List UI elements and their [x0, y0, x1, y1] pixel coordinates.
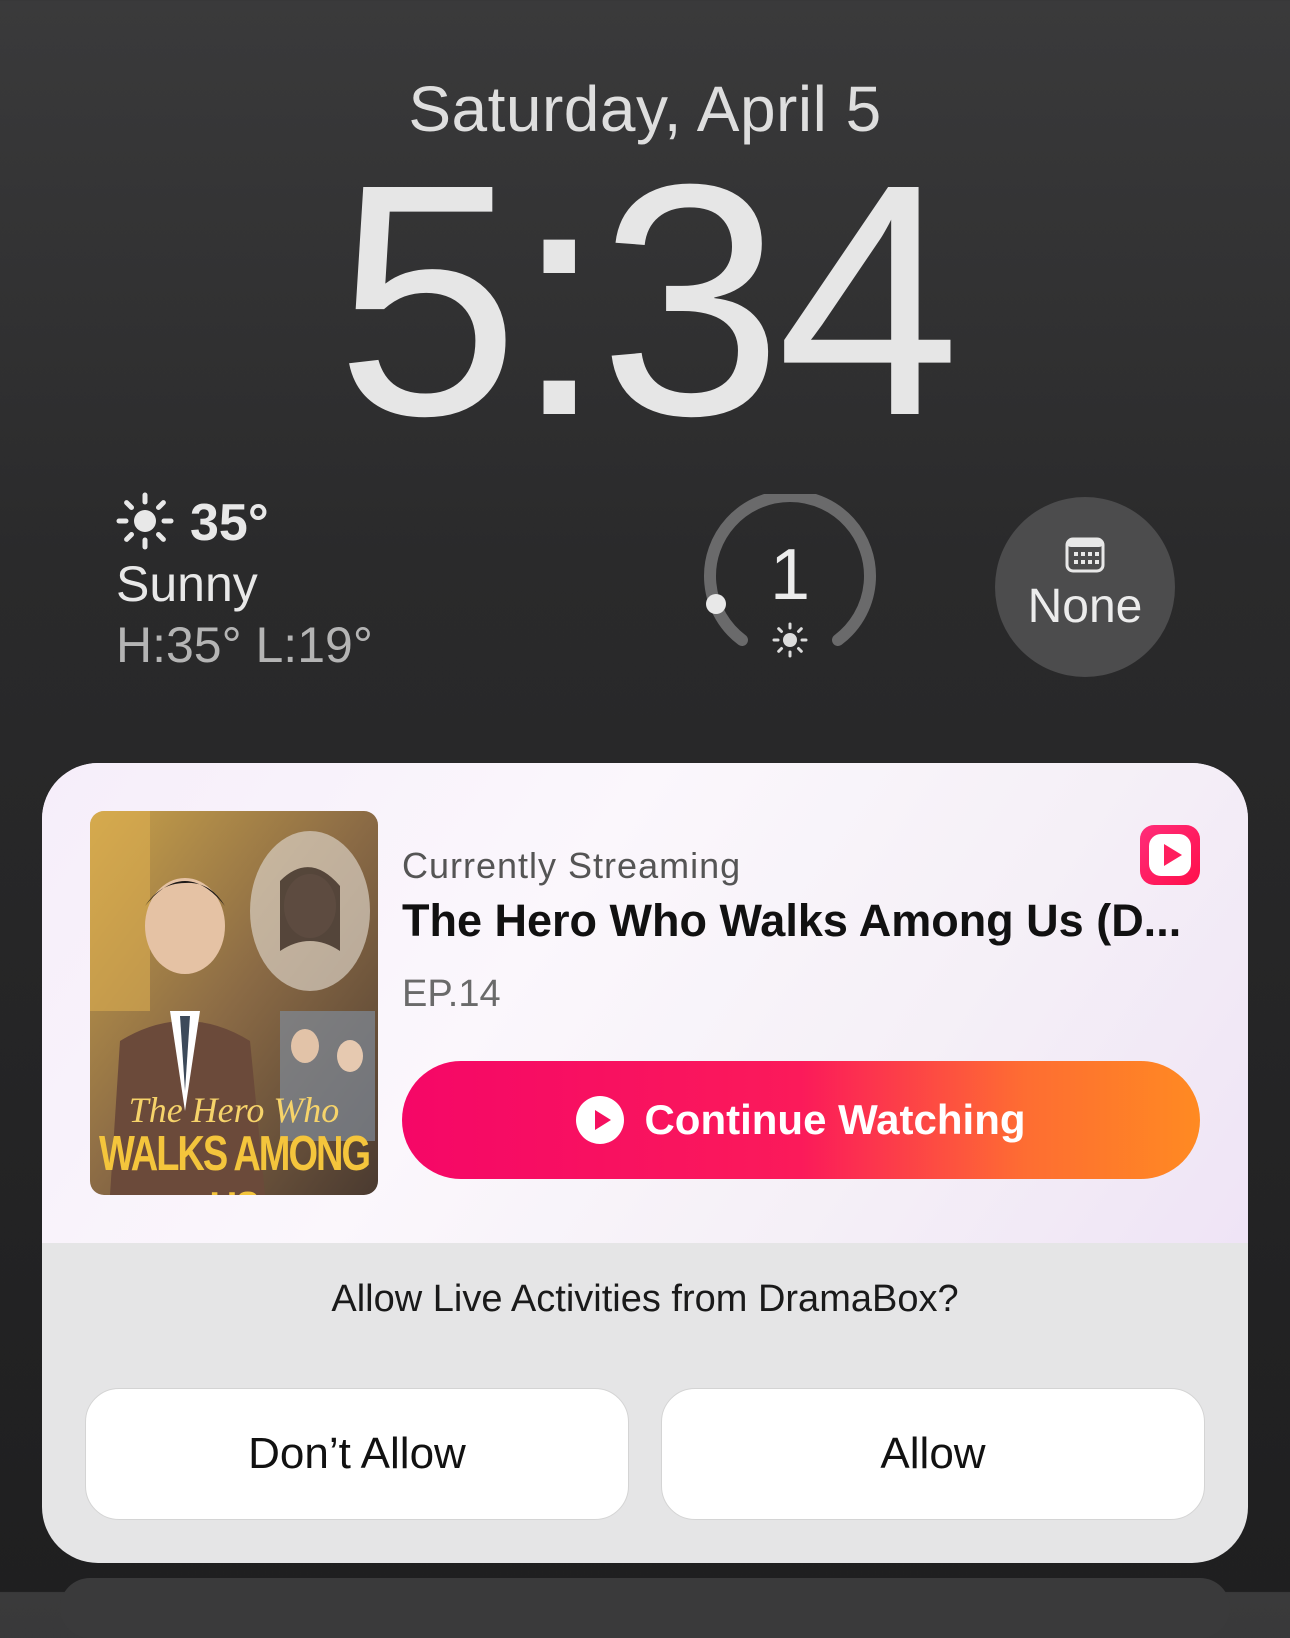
calendar-widget[interactable]: None	[995, 497, 1175, 677]
dont-allow-button[interactable]: Don’t Allow	[85, 1388, 629, 1520]
live-activity-content[interactable]: The Hero Who WALKS AMONG US Currently St…	[42, 763, 1248, 1243]
dramabox-play-icon	[1140, 825, 1200, 885]
live-activity-card: The Hero Who WALKS AMONG US Currently St…	[42, 763, 1248, 1563]
activity-status: Currently Streaming	[402, 845, 742, 886]
calendar-icon	[1065, 537, 1105, 578]
uv-index-widget[interactable]: 1	[700, 490, 880, 674]
allow-button[interactable]: Allow	[661, 1388, 1205, 1520]
weather-condition: Sunny	[116, 556, 258, 612]
weather-high-low: H:35° L:19°	[116, 617, 373, 673]
next-notification-peek	[60, 1578, 1230, 1638]
permission-prompt: Allow Live Activities from DramaBox?	[331, 1278, 959, 1320]
calendar-label: None	[1027, 580, 1143, 633]
play-circle-icon	[576, 1096, 625, 1144]
weather-widget[interactable]: 35° Sunny H:35° L:19°	[116, 492, 373, 676]
uv-index-value: 1	[769, 535, 811, 615]
continue-watching-button[interactable]: Continue Watching	[402, 1061, 1200, 1179]
weather-temperature: 35°	[190, 494, 269, 552]
activity-episode: EP.14	[402, 973, 501, 1015]
activity-title: The Hero Who Walks Among Us (D...	[402, 895, 1182, 946]
sun-icon	[116, 492, 174, 555]
drama-poster: The Hero Who WALKS AMONG US	[90, 811, 378, 1195]
continue-watching-label: Continue Watching	[644, 1096, 1026, 1143]
sun-small-icon	[772, 622, 808, 663]
lock-time: 5:34	[335, 115, 960, 484]
poster-title-line1: The Hero Who	[128, 1090, 340, 1130]
poster-title-line2: WALKS AMONG US	[98, 1127, 371, 1195]
